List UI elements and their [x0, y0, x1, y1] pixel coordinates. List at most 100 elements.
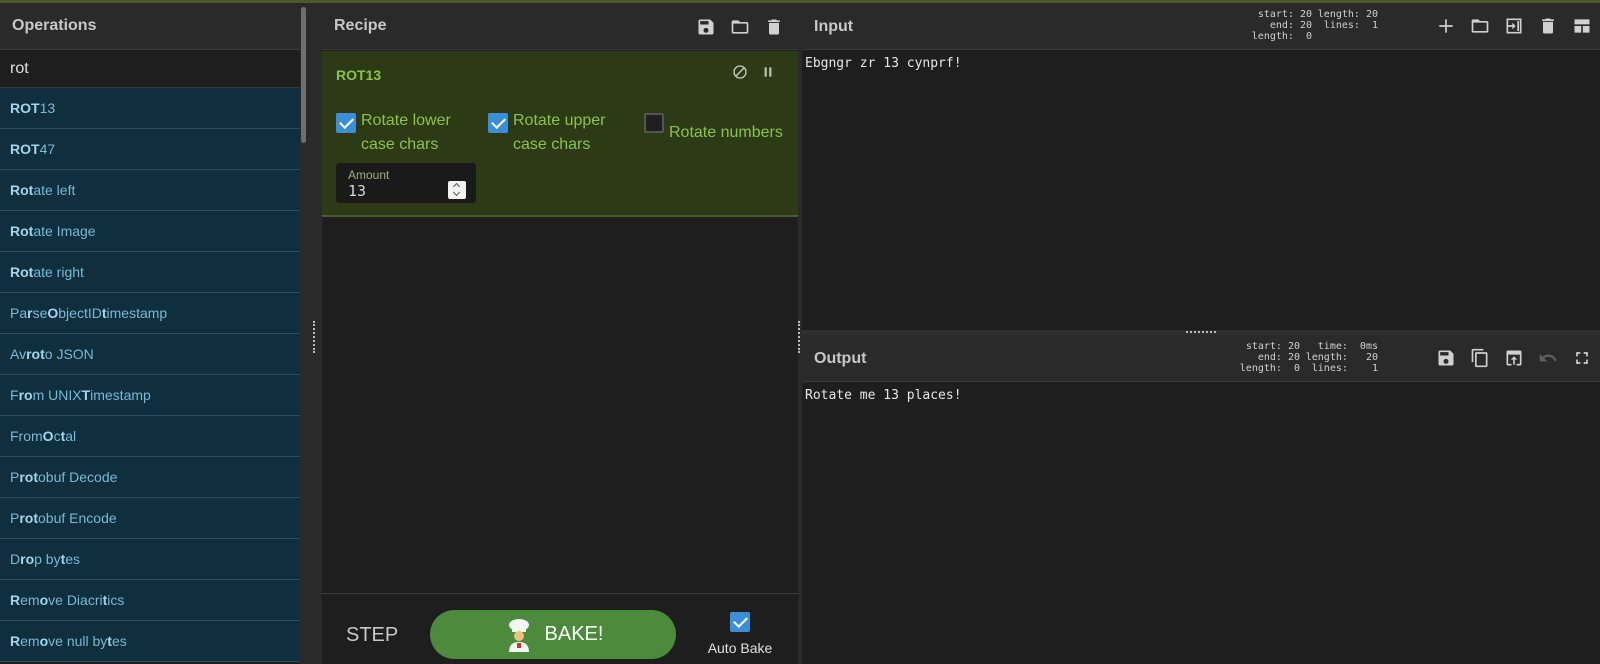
load-recipe-folder-icon[interactable]: [730, 17, 750, 37]
operation-list-item[interactable]: Pa r se ObjectID t imestamp: [0, 293, 306, 334]
operation-name-part: O: [47, 305, 59, 321]
rotate-upper-label-line2: case chars: [513, 136, 591, 153]
operation-name-part: obuf Encode: [38, 510, 117, 526]
reset-layout-icon[interactable]: [1572, 16, 1592, 41]
operation-name: ROT13: [336, 67, 382, 83]
input-selection-stats: start: 20 end: 20 length: 0: [1251, 9, 1312, 42]
operation-name-part: 47: [39, 141, 56, 157]
operation-name-part: R: [10, 633, 21, 649]
input-header: Input start: 20 end: 20 length: 0 length…: [802, 3, 1600, 50]
input-length-stats: length: 20 lines: 1: [1317, 9, 1378, 31]
option-rotate-upper[interactable]: Rotate upper case chars: [488, 99, 606, 157]
operation-name-part: Av: [10, 346, 27, 362]
rotate-numbers-checkbox[interactable]: [644, 113, 664, 133]
operation-name-part: ro: [18, 387, 33, 403]
operation-name-part: c: [53, 428, 61, 444]
operations-search-input[interactable]: [0, 50, 300, 88]
operation-name-part: ROT: [10, 100, 40, 116]
output-header: Output start: 20 end: 20 length: 0 time:…: [802, 335, 1600, 382]
bake-button[interactable]: BAKE!: [430, 610, 676, 659]
operation-list-item[interactable]: Rot ate right: [0, 252, 306, 293]
disable-operation-icon[interactable]: [732, 64, 748, 85]
ops-recipe-resizer[interactable]: [306, 3, 322, 664]
output-time-stats: time: 0ms length: 20 lines: 1: [1305, 341, 1378, 374]
operation-name-part: bjectID: [58, 305, 102, 321]
autobake-label: Auto Bake: [707, 640, 773, 656]
operation-name-part: D: [10, 551, 21, 567]
operation-list-item[interactable]: Rem o ve null by t es: [0, 621, 306, 662]
output-text[interactable]: Rotate me 13 places!: [802, 382, 1600, 403]
operation-name-part: rot: [19, 469, 39, 485]
input-title: Input: [814, 18, 854, 35]
operation-name-part: ate right: [33, 264, 84, 280]
operation-list-item[interactable]: From Oc t al: [0, 416, 306, 457]
operation-list-item[interactable]: ROT 47: [0, 129, 306, 170]
output-title: Output: [814, 350, 867, 367]
operation-list-item[interactable]: Av ro to JSON: [0, 334, 306, 375]
operation-name-part: imestamp: [106, 305, 168, 321]
recipe-operation-rot13[interactable]: ROT13 Rotate lower case chars Rotate upp…: [322, 51, 798, 217]
output-selection-stats: start: 20 end: 20 length: 0: [1239, 341, 1300, 374]
save-recipe-icon[interactable]: [696, 17, 716, 37]
bake-bar: STEP BAKE! Auto Bake: [322, 593, 798, 664]
replace-input-with-output-icon[interactable]: [1504, 348, 1524, 373]
operation-name-part: ate Image: [33, 223, 96, 239]
operation-name-part: em: [20, 633, 40, 649]
open-input-folder-icon[interactable]: [1470, 16, 1490, 41]
amount-stepper[interactable]: [448, 181, 466, 199]
operation-list-item[interactable]: Rot ate left: [0, 170, 306, 211]
operation-name-part: P: [10, 469, 20, 485]
operation-name-part: From: [10, 428, 43, 444]
operation-name-part: ROT: [10, 141, 40, 157]
operation-name-part: Rot: [10, 182, 34, 198]
operation-name-part: ve Diacri: [48, 592, 103, 608]
rotate-lower-checkbox[interactable]: [336, 113, 356, 133]
pause-breakpoint-icon[interactable]: [760, 64, 776, 85]
operation-name-part: R: [10, 592, 21, 608]
amount-value[interactable]: 13: [348, 182, 366, 200]
operation-name-part: O: [42, 428, 54, 444]
clear-input-trash-icon[interactable]: [1538, 16, 1558, 41]
save-output-icon[interactable]: [1436, 348, 1456, 373]
operations-title: Operations: [0, 3, 306, 50]
operations-pane: Operations ROT13ROT47Rotate leftRotate I…: [0, 3, 306, 664]
input-textarea[interactable]: Ebgngr zr 13 cynprf!: [802, 50, 1600, 330]
option-rotate-numbers[interactable]: Rotate numbers: [644, 99, 783, 145]
operation-name-part: m UNIX: [32, 387, 82, 403]
operation-name-part: em: [20, 592, 40, 608]
operation-list-item[interactable]: Prot obuf Encode: [0, 498, 306, 539]
operation-name-part: Rot: [10, 223, 34, 239]
rotate-lower-label-line2: case chars: [361, 136, 439, 153]
operation-list-item[interactable]: Rem o ve Diacri t ics: [0, 580, 306, 621]
operation-list-item[interactable]: ROT 13: [0, 88, 306, 129]
open-input-file-icon[interactable]: [1504, 16, 1524, 41]
option-rotate-lower[interactable]: Rotate lower case chars: [336, 99, 451, 157]
clear-recipe-trash-icon[interactable]: [764, 17, 784, 37]
autobake-checkbox[interactable]: [730, 612, 750, 632]
bake-label: BAKE!: [544, 623, 604, 645]
maximise-output-icon[interactable]: [1572, 348, 1592, 373]
recipe-pane: Recipe ROT13 Rotate lower case chars Rot…: [322, 3, 798, 664]
copy-output-icon[interactable]: [1470, 348, 1490, 373]
undo-icon: [1538, 348, 1558, 373]
operation-list-item[interactable]: Dro p by t es: [0, 539, 306, 580]
step-button[interactable]: STEP: [346, 624, 398, 647]
operation-name-part: es: [65, 551, 81, 567]
amount-field[interactable]: Amount 13: [336, 163, 476, 203]
operation-name-part: ics: [107, 592, 125, 608]
operation-name-part: ve null by: [48, 633, 108, 649]
add-input-tab-icon[interactable]: [1436, 16, 1456, 41]
operation-list-item[interactable]: Fro m UNIX Timestamp: [0, 375, 306, 416]
operation-name-part: T: [81, 387, 91, 403]
operation-list-item[interactable]: Rot ate Image: [0, 211, 306, 252]
operation-name-part: ro: [26, 346, 41, 362]
operation-name-part: Rot: [10, 264, 34, 280]
operation-name-part: al: [65, 428, 77, 444]
operation-name-part: obuf Decode: [38, 469, 118, 485]
operation-name-part: es: [111, 633, 127, 649]
operation-list-item[interactable]: Prot obuf Decode: [0, 457, 306, 498]
autobake-toggle[interactable]: Auto Bake: [700, 612, 780, 656]
operation-name-part: o: [39, 592, 49, 608]
rotate-upper-checkbox[interactable]: [488, 113, 508, 133]
operations-list: ROT 13 ROT 47 Rot ate left Rot ate Image Rot ate …: [0, 88, 306, 662]
